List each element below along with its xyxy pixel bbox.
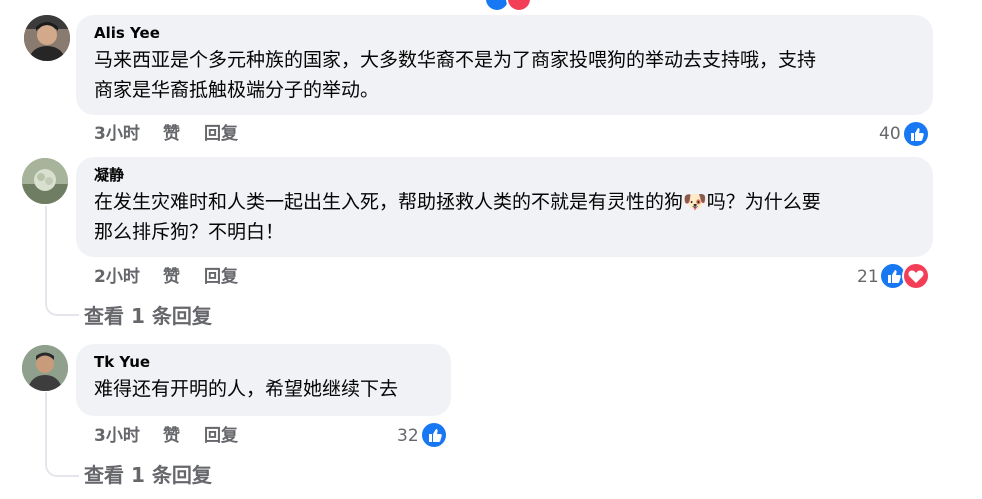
love-reaction-icon (506, 0, 532, 12)
thread-line (45, 206, 47, 298)
comment-text-line: 难得还有开明的人，希望她继续下去 (94, 378, 399, 400)
comment-text: 马来西亚是个多元种族的国家，大多数华裔不是为了商家投喂狗的举动去支持哦，支持 商… (94, 45, 917, 105)
comment-text-segment: 在发生灾难时和人类一起出生入死，帮助拯救人类的不就是有灵性的狗 (94, 191, 684, 213)
love-reaction-icon (902, 262, 930, 290)
thread-connector (45, 294, 79, 316)
comment-text-line: 在发生灾难时和人类一起出生入死，帮助拯救人类的不就是有灵性的狗🐶吗？为什么要 (94, 187, 917, 217)
person-avatar-icon (24, 15, 70, 61)
avatar[interactable] (24, 15, 70, 61)
dog-emoji: 🐶 (683, 191, 707, 213)
reaction-count[interactable]: 21 (857, 266, 879, 288)
like-reaction-icon (902, 120, 930, 148)
like-button[interactable]: 赞 (163, 123, 180, 145)
comment-text: 在发生灾难时和人类一起出生入死，帮助拯救人类的不就是有灵性的狗🐶吗？为什么要 那… (94, 187, 917, 247)
comment-bubble: 凝静 在发生灾难时和人类一起出生入死，帮助拯救人类的不就是有灵性的狗🐶吗？为什么… (76, 157, 933, 257)
comment-text: 难得还有开明的人，希望她继续下去 (94, 374, 435, 404)
comment-timestamp[interactable]: 3小时 (94, 123, 140, 145)
reply-button[interactable]: 回复 (204, 266, 238, 288)
reaction-count[interactable]: 32 (397, 425, 419, 447)
comment-bubble: Tk Yue 难得还有开明的人，希望她继续下去 (76, 344, 451, 416)
comment-text-line: 商家是华裔抵触极端分子的举动。 (94, 79, 380, 101)
avatar[interactable] (22, 345, 68, 391)
flower-avatar-icon (22, 158, 68, 204)
comment-author[interactable]: Tk Yue (94, 352, 435, 372)
view-replies-link[interactable]: 查看 1 条回复 (84, 462, 212, 488)
thread-line (45, 392, 47, 458)
thread-connector (45, 455, 79, 477)
avatar[interactable] (22, 158, 68, 204)
like-button[interactable]: 赞 (163, 266, 180, 288)
comment-text-line: 马来西亚是个多元种族的国家，大多数华裔不是为了商家投喂狗的举动去支持哦，支持 (94, 49, 817, 71)
view-replies-link[interactable]: 查看 1 条回复 (84, 303, 212, 329)
comment-bubble: Alis Yee 马来西亚是个多元种族的国家，大多数华裔不是为了商家投喂狗的举动… (76, 15, 933, 115)
like-button[interactable]: 赞 (163, 425, 180, 447)
reply-button[interactable]: 回复 (204, 425, 238, 447)
comment-author[interactable]: 凝静 (94, 165, 917, 185)
comment-timestamp[interactable]: 3小时 (94, 425, 140, 447)
person-avatar-icon (22, 345, 68, 391)
comment-text-line: 那么排斥狗？不明白！ (94, 221, 285, 243)
reaction-count[interactable]: 40 (879, 123, 901, 145)
comment-author[interactable]: Alis Yee (94, 23, 917, 43)
comment-timestamp[interactable]: 2小时 (94, 266, 140, 288)
like-reaction-icon (420, 421, 448, 449)
comment-text-segment: 吗？为什么要 (706, 191, 821, 213)
reply-button[interactable]: 回复 (204, 123, 238, 145)
